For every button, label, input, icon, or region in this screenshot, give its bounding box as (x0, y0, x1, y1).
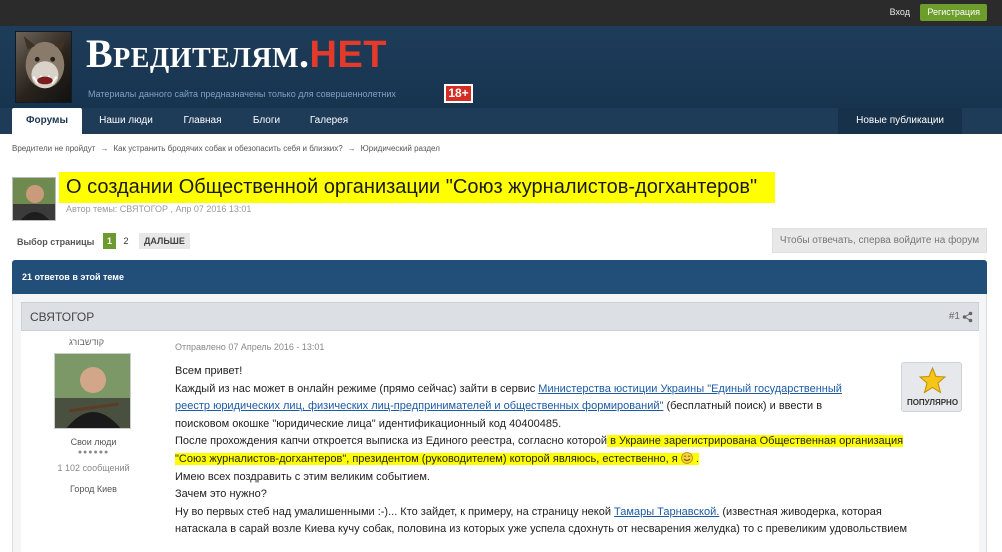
post-text-segment: Зачем это нужно? (175, 488, 267, 501)
post-header: СВЯТОГОР #1 (21, 302, 979, 331)
topic-title: О создании Общественной организации "Сою… (59, 172, 776, 203)
post-line: реестр юридических лиц, физических лиц-п… (175, 398, 895, 416)
post-timestamp: Отправлено 07 Апрель 2016 - 13:01 (175, 342, 325, 352)
site-title-accent: НЕТ (309, 34, 387, 76)
popular-label: ПОПУЛЯРНО (906, 398, 959, 407)
person-link[interactable]: Тамары Тарнавской. (614, 506, 719, 518)
post-line: "Союз журналистов-догхантеров", президен… (175, 451, 895, 469)
site-title[interactable]: Вредителям.НЕТ (86, 30, 387, 77)
user-post-count: 1 102 сообщений (57, 463, 130, 473)
smile-emoji-icon (680, 452, 693, 464)
next-page-button[interactable]: ДАЛЬШЕ (139, 233, 190, 249)
top-bar: Вход Регистрация (0, 0, 1002, 26)
nav-new-publications[interactable]: Новые публикации (838, 108, 962, 134)
post-line: Зачем это нужно? (175, 486, 895, 504)
dog-logo-icon (23, 36, 67, 89)
pager-label: Выбор страницы (17, 237, 95, 247)
login-link[interactable]: Вход (890, 7, 910, 17)
main-navigation: Форумы Наши люди Главная Блоги Галерея Н… (0, 108, 1002, 134)
ministry-link[interactable]: Министерства юстиции Украины "Единый гос… (538, 383, 842, 395)
nav-tab-gallery[interactable]: Галерея (298, 108, 360, 134)
user-city: Город Киев (70, 484, 117, 494)
page-content: Вредители не пройдут → Как устранить бродя… (0, 134, 1002, 552)
post-line: Всем привет! (175, 363, 895, 381)
breadcrumb-item[interactable]: Юридический раздел (361, 144, 440, 153)
site-subtitle: Материалы данного сайта предназначены то… (88, 89, 396, 99)
site-logo-image[interactable] (15, 31, 72, 103)
post-text-segment: . (692, 452, 699, 465)
replies-count-bar: 21 ответов в этой теме (12, 260, 987, 294)
topic-author-avatar[interactable] (12, 177, 56, 221)
post-text-segment: Ну во первых стеб над умалишенными :-)..… (175, 505, 615, 518)
registry-link[interactable]: реестр юридических лиц, физических лиц-п… (175, 400, 663, 412)
post-text-segment: Каждый из нас может в онлайн режиме (пря… (175, 382, 539, 395)
post-line: Ну во первых стеб над умалишенными :-)..… (175, 504, 895, 522)
breadcrumb-item[interactable]: Вредители не пройдут (12, 144, 95, 153)
highlighted-text: в Украине зарегистрирована Общественная … (607, 435, 904, 448)
breadcrumb-arrow-icon: → (347, 144, 356, 153)
site-header: Вредителям.НЕТ Материалы данного сайта п… (0, 26, 1002, 108)
post-line: После прохождения капчи откроется выписк… (175, 433, 904, 451)
user-avatar[interactable] (54, 353, 131, 429)
avatar-photo-icon (13, 178, 55, 220)
post-text-segment: После прохождения капчи откроется выписк… (175, 435, 608, 448)
post-line: Имею всех поздравить с этим великим собы… (175, 469, 895, 487)
nav-tab-our-people[interactable]: Наши люди (86, 108, 166, 134)
post-number[interactable]: #1 (949, 311, 960, 322)
login-to-reply-button[interactable]: Чтобы отвечать, сперва войдите на форум (772, 228, 987, 253)
post-body: קודשבורג Свои люди ●●●●●● 1 102 сообщени… (21, 331, 979, 552)
topic-meta: Автор темы: СВЯТОГОР , Апр 07 2016 13:01 (66, 204, 252, 214)
page-1-button[interactable]: 1 (103, 233, 116, 249)
breadcrumb-arrow-icon: → (100, 144, 109, 153)
user-rank-pips: ●●●●●● (77, 449, 110, 456)
age-restriction-badge: 18+ (444, 84, 473, 103)
breadcrumb-item[interactable]: Как устранить бродячих собак и обезопаси… (113, 144, 342, 153)
nav-tab-home[interactable]: Главная (170, 108, 235, 134)
avatar-photo-icon (55, 354, 130, 428)
popular-badge[interactable]: ПОПУЛЯРНО (901, 362, 962, 412)
nav-tab-blogs[interactable]: Блоги (239, 108, 294, 134)
post-line: Каждый из нас может в онлайн режиме (пря… (175, 381, 895, 399)
post-text-segment: Всем привет! (175, 365, 243, 377)
post-line: поисковом окошке "юридические лица" иден… (175, 416, 895, 434)
post-text-segment: "Союз журналистов-догхантеров", президен… (175, 452, 681, 465)
post-content: Всем привет! Каждый из нас может в онлай… (175, 363, 907, 539)
post-text-segment: поисковом окошке "юридические лица" иден… (175, 417, 562, 430)
post-text-segment: натаскала в сарай возле Киева кучу собак… (175, 523, 908, 536)
user-group: Свои люди (70, 437, 117, 447)
post-text-segment: (бесплатный поиск) и ввести в (663, 400, 823, 413)
post-text-segment: (известная живодерка, которая (719, 505, 882, 518)
post: СВЯТОГОР #1 קודשבורג Свои люди ●●●●●● 1 … (12, 294, 987, 552)
site-title-main: Вредителям. (86, 31, 310, 76)
nav-tab-forums[interactable]: Форумы (12, 108, 82, 134)
user-title: קודשבורג (69, 337, 105, 347)
register-button[interactable]: Регистрация (920, 4, 987, 21)
post-text-segment: Имею всех поздравить с этим великим собы… (175, 470, 430, 483)
breadcrumb: Вредители не пройдут → Как устранить бродя… (12, 144, 440, 153)
star-icon (919, 367, 946, 394)
post-line: натаскала в сарай возле Киева кучу собак… (175, 521, 907, 539)
post-author-name[interactable]: СВЯТОГОР (30, 310, 94, 324)
share-icon[interactable] (962, 311, 973, 323)
highlighted-text: "Союз журналистов-догхантеров", президен… (175, 452, 699, 465)
page-2-button[interactable]: 2 (121, 233, 131, 249)
